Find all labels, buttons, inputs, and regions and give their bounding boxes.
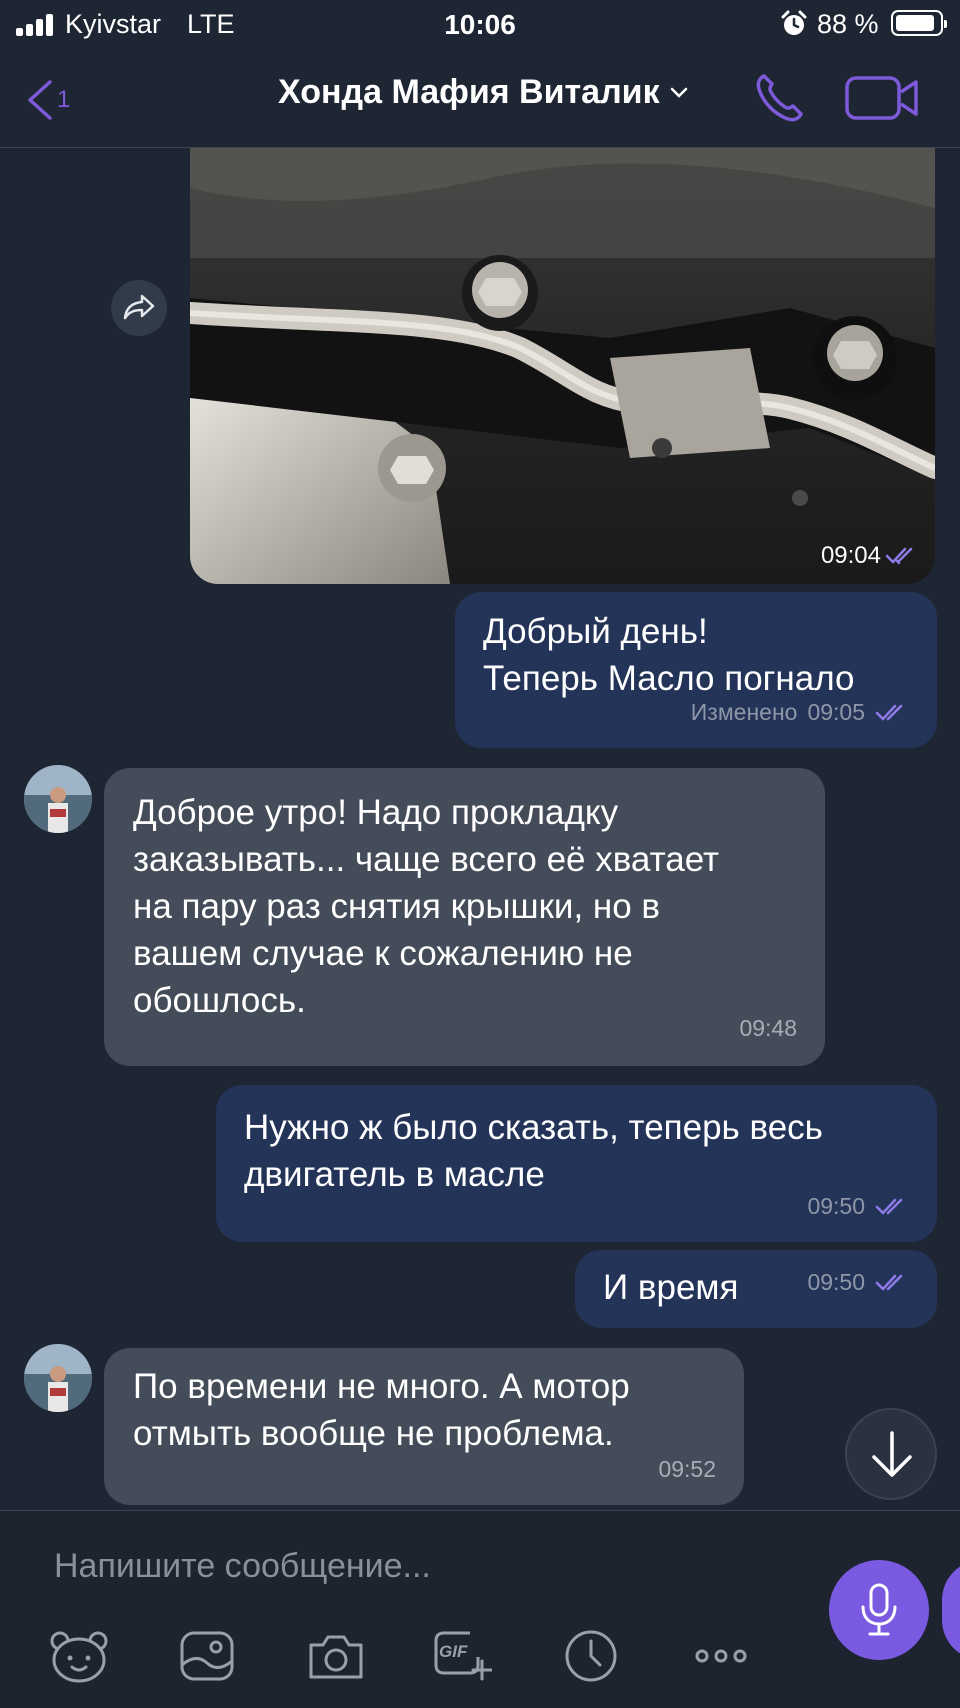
message-text: Добрый день!	[483, 612, 708, 651]
message-time: 09:48	[739, 1015, 797, 1041]
message-meta: 09:48	[739, 1005, 797, 1052]
battery-percent: 88 %	[817, 9, 879, 39]
read-ticks-icon	[875, 1274, 903, 1291]
share-arrow-icon	[123, 294, 155, 320]
status-bar: Kyivstar LTE 10:06 88 %	[0, 0, 960, 50]
message-text: Доброе утро! Надо прокладку	[133, 793, 619, 832]
incoming-message[interactable]: По времени не много. А мотор отмыть вооб…	[104, 1348, 744, 1505]
edited-label: Изменено	[690, 699, 798, 725]
message-input[interactable]	[52, 1537, 816, 1595]
voice-record-button[interactable]	[829, 1560, 929, 1660]
video-call-icon[interactable]	[844, 74, 920, 122]
message-time: 09:05	[807, 699, 865, 725]
arrow-down-icon	[872, 1431, 912, 1477]
message-text: заказывать... чаще всего её хватает	[133, 840, 720, 879]
read-ticks-icon	[875, 704, 903, 721]
message-meta: 09:52	[658, 1446, 716, 1493]
message-meta: 09:50	[807, 1259, 909, 1306]
read-ticks-icon	[875, 1198, 903, 1215]
message-composer: GIF	[0, 1510, 960, 1708]
more-icon[interactable]	[690, 1627, 752, 1685]
outgoing-message[interactable]: И время 09:50	[575, 1250, 937, 1328]
avatar[interactable]	[24, 1344, 92, 1412]
clock-icon[interactable]	[560, 1627, 622, 1685]
engine-photo	[190, 148, 935, 584]
gallery-icon[interactable]	[176, 1627, 238, 1685]
contact-photo	[24, 765, 92, 833]
camera-icon[interactable]	[305, 1627, 367, 1685]
sticker-bear-icon[interactable]	[48, 1627, 110, 1685]
incoming-message[interactable]: Доброе утро! Надо прокладку заказывать..…	[104, 768, 825, 1066]
scroll-to-bottom-button[interactable]	[845, 1408, 937, 1500]
chat-header: 1 Хонда Мафия Виталик	[0, 50, 960, 148]
battery-icon	[891, 10, 947, 36]
chevron-left-icon	[28, 80, 52, 120]
phone-call-icon[interactable]	[752, 70, 808, 126]
back-button[interactable]: 1	[24, 78, 84, 122]
contact-photo	[24, 1344, 92, 1412]
outgoing-message[interactable]: Нужно ж было сказать, теперь весь двигат…	[216, 1085, 937, 1242]
gif-label: GIF	[439, 1642, 468, 1661]
side-action-button[interactable]	[942, 1560, 960, 1660]
avatar[interactable]	[24, 765, 92, 833]
signal-icon	[16, 14, 56, 36]
network-type: LTE	[187, 9, 235, 39]
message-text: обошлось.	[133, 981, 306, 1020]
microphone-icon	[861, 1583, 897, 1636]
outgoing-message[interactable]: Добрый день! Теперь Масло погнало Измене…	[455, 592, 937, 748]
message-time: 09:04	[820, 542, 881, 569]
message-time: 09:50	[807, 1269, 865, 1295]
gif-button[interactable]: GIF	[430, 1627, 492, 1685]
photo-message[interactable]: 09:04	[190, 148, 935, 584]
message-meta: Изменено 09:05	[691, 689, 909, 736]
message-text: вашем случае к сожалению не	[133, 934, 633, 973]
message-text: Нужно ж было сказать, теперь весь	[244, 1108, 823, 1147]
message-time: 09:52	[658, 1456, 716, 1482]
chat-title: Хонда Мафия Виталик	[278, 73, 660, 111]
unread-count: 1	[57, 86, 71, 113]
message-time: 09:50	[807, 1193, 865, 1219]
message-text: на пару раз снятия крышки, но в	[133, 887, 661, 926]
chat-title-button[interactable]: Хонда Мафия Виталик	[278, 73, 688, 112]
forward-button[interactable]	[111, 280, 167, 336]
chevron-down-icon	[670, 87, 687, 98]
message-text: отмыть вообще не проблема.	[133, 1414, 614, 1453]
message-text: По времени не много. А мотор	[133, 1367, 630, 1406]
carrier-name: Kyivstar	[65, 9, 162, 39]
read-ticks-icon	[885, 547, 913, 565]
message-meta: 09:50	[807, 1183, 909, 1230]
alarm-icon	[781, 10, 807, 35]
